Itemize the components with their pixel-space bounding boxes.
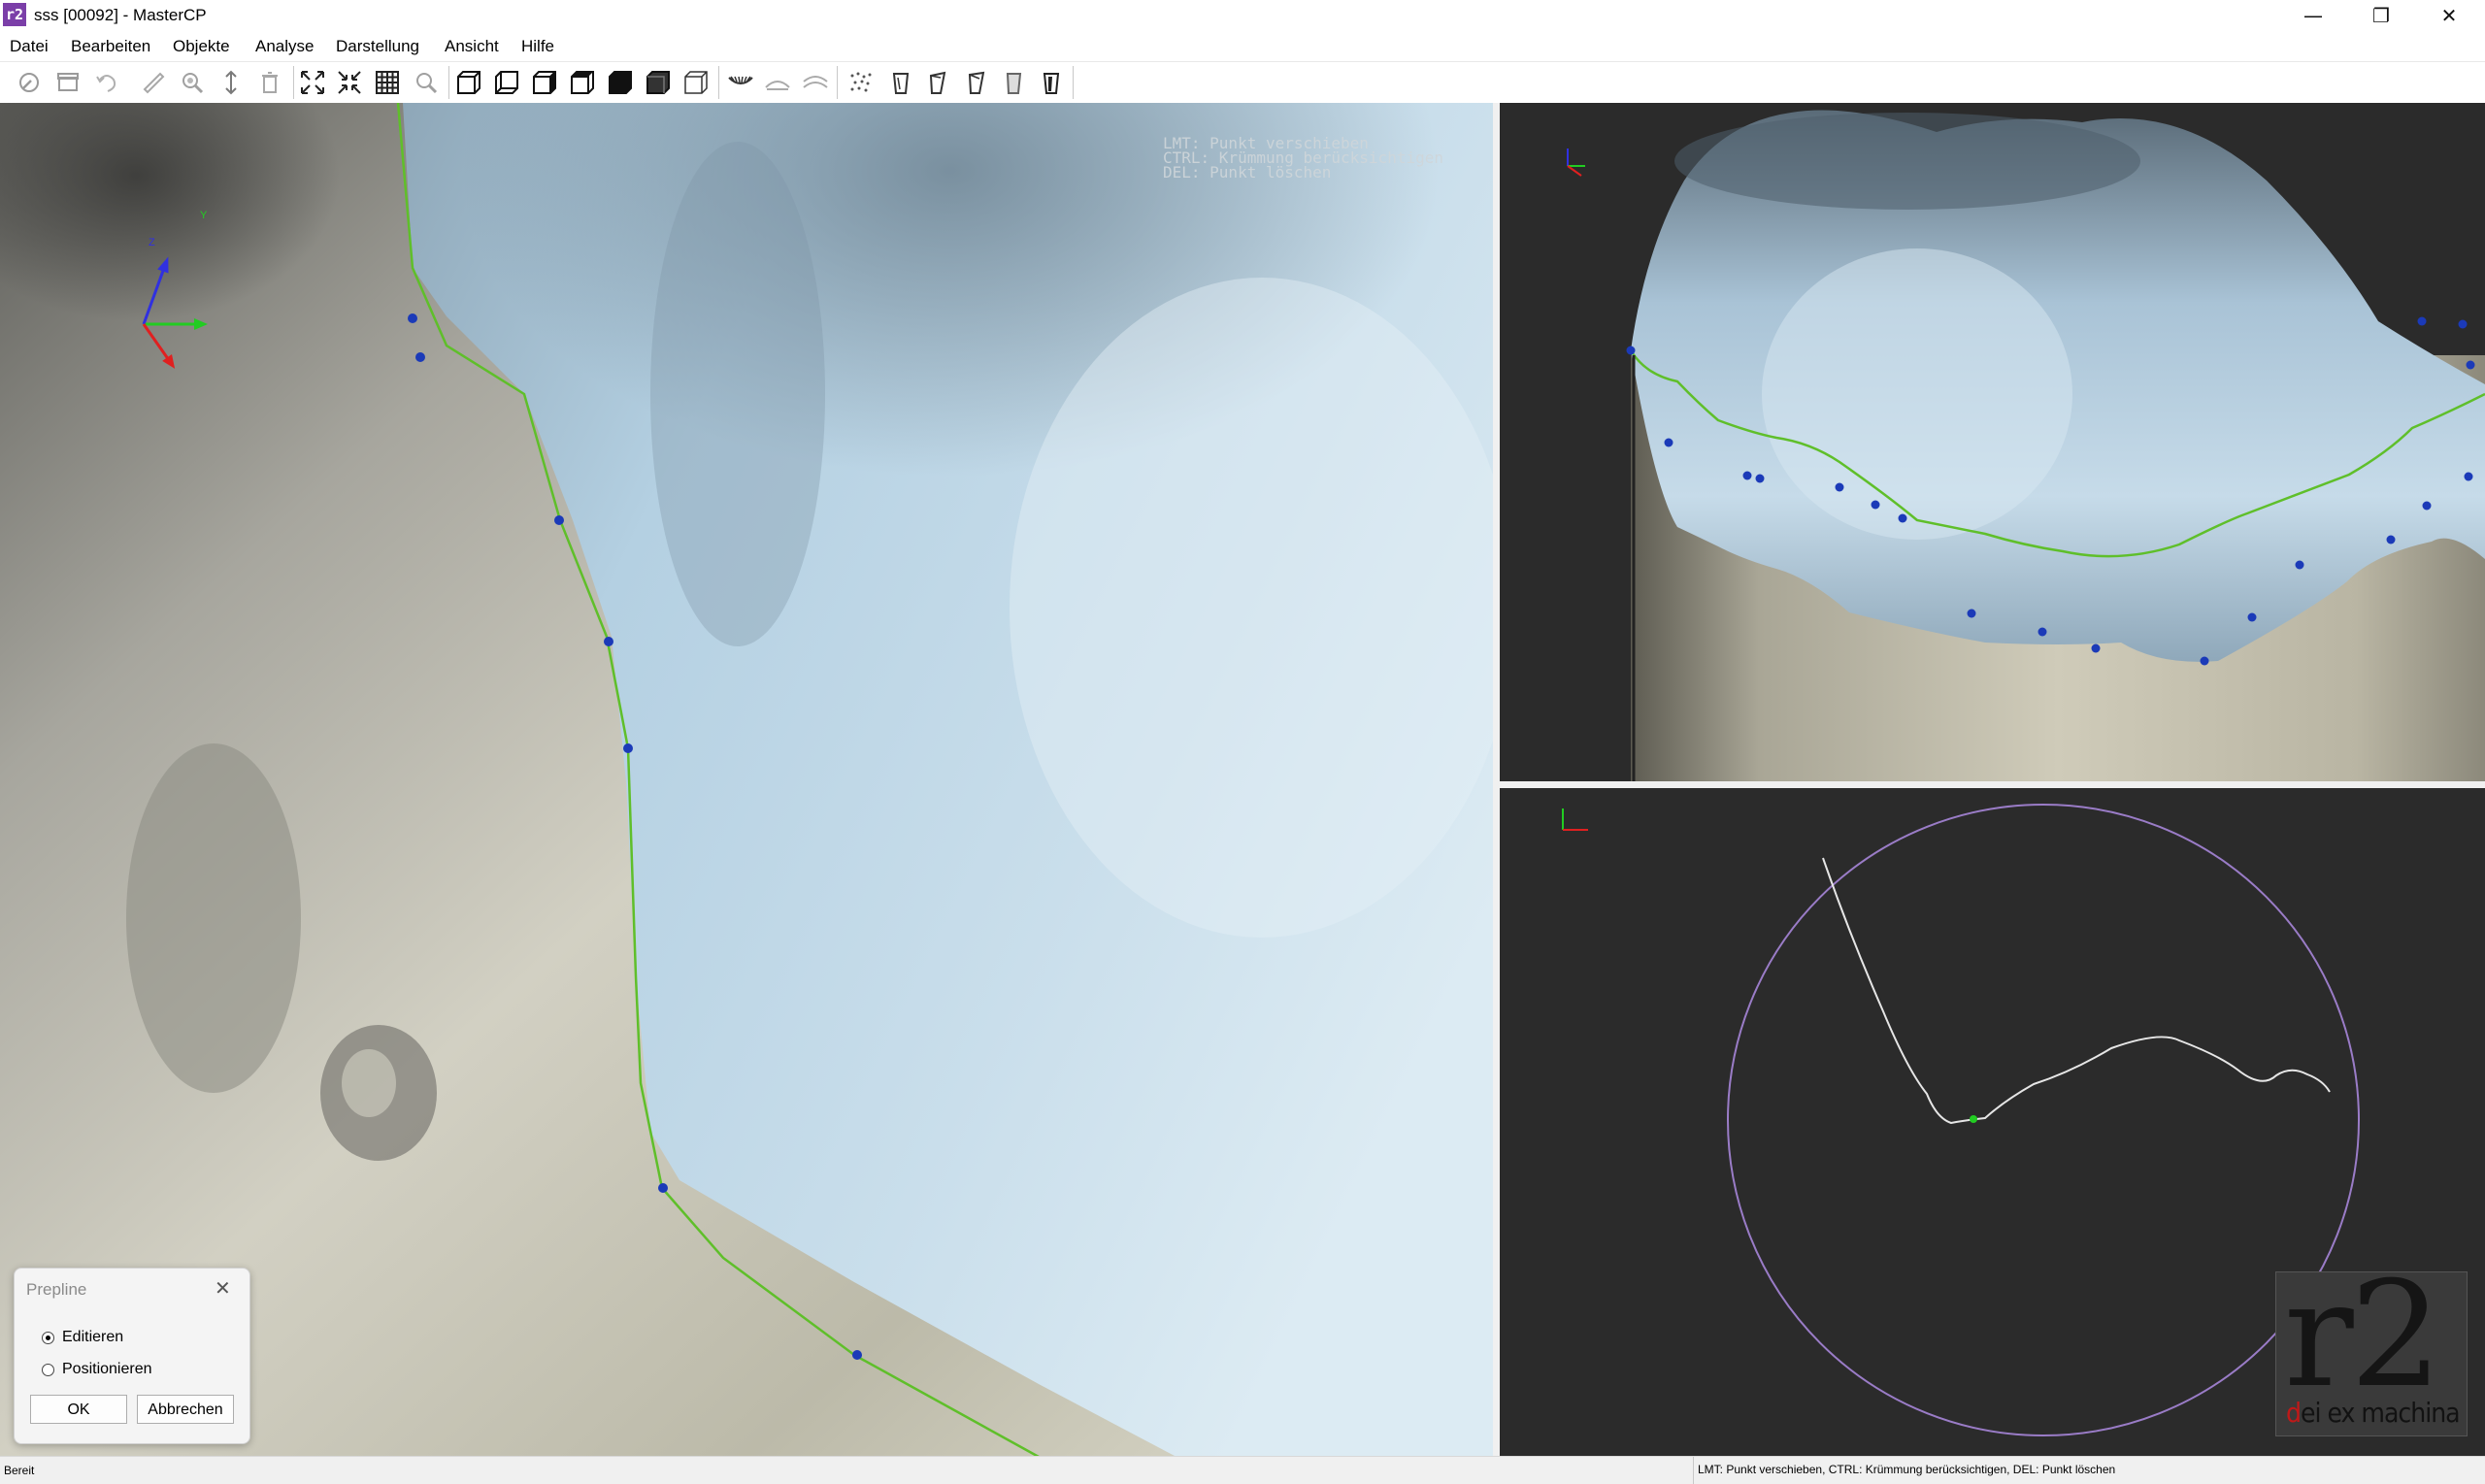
title-bar: r2 sss [00092] - MasterCP — ❐ ✕: [0, 0, 2485, 33]
radio-positionieren-indicator[interactable]: [42, 1363, 54, 1376]
upper-jaw-icon[interactable]: [724, 66, 757, 99]
restore-button[interactable]: ❐: [2347, 0, 2415, 32]
section-point: [1970, 1115, 1977, 1123]
menu-objekte[interactable]: Objekte: [173, 37, 230, 56]
main-3d-viewport[interactable]: Y Z: [0, 103, 1493, 1456]
ruler-icon[interactable]: [137, 66, 170, 99]
collapse-icon[interactable]: [333, 66, 366, 99]
cube-solid-icon[interactable]: [604, 66, 637, 99]
toolbar: [0, 61, 2485, 104]
close-icon[interactable]: ✕: [215, 1276, 231, 1300]
tooth-4-icon[interactable]: [997, 66, 1030, 99]
viewport-splitter-horizontal[interactable]: [1500, 781, 2485, 788]
logo-d: d: [2286, 1397, 2302, 1429]
point-cloud-icon[interactable]: [845, 66, 878, 99]
tooth-3-icon[interactable]: [959, 66, 992, 99]
radio-positionieren-label: Positionieren: [62, 1361, 152, 1377]
status-right-text: LMT: Punkt verschieben, CTRL: Krümmung b…: [1693, 1457, 2115, 1484]
ok-button[interactable]: OK: [30, 1395, 127, 1424]
logo-rest: ei ex machina: [2301, 1397, 2461, 1429]
cancel-button[interactable]: Abbrechen: [137, 1395, 234, 1424]
wrench-icon[interactable]: [13, 66, 46, 99]
cube-outline-icon[interactable]: [679, 66, 712, 99]
cube-right-icon[interactable]: [566, 66, 599, 99]
trash-icon[interactable]: [253, 66, 286, 99]
jaw-arch-icon[interactable]: [799, 66, 832, 99]
toolbar-separator: [293, 66, 294, 99]
lower-jaw-icon[interactable]: [761, 66, 794, 99]
section-circle: [1727, 804, 2360, 1436]
minimize-button[interactable]: —: [2279, 0, 2347, 32]
box-icon[interactable]: [51, 66, 84, 99]
cube-dark-icon[interactable]: [642, 66, 675, 99]
menu-bearbeiten[interactable]: Bearbeiten: [71, 37, 150, 56]
side-view-viewport[interactable]: [1500, 103, 2485, 781]
toolbar-separator: [837, 66, 838, 99]
menu-datei[interactable]: Datei: [10, 37, 49, 56]
viewport-axis-z-label: Z: [149, 237, 155, 248]
logo-r2-text: r2: [2284, 1251, 2442, 1420]
toolbar-separator: [718, 66, 719, 99]
menu-bar: Datei Bearbeiten Objekte Analyse Darstel…: [0, 32, 2485, 61]
cube-left-icon[interactable]: [528, 66, 561, 99]
status-left-text: Bereit: [4, 1464, 35, 1477]
r2-logo: r2 dei ex machina: [2275, 1251, 2468, 1436]
menu-ansicht[interactable]: Ansicht: [445, 37, 499, 56]
section-profile-curve: [1822, 857, 2331, 1125]
zoom-lens-icon[interactable]: [176, 66, 209, 99]
close-button[interactable]: ✕: [2415, 0, 2483, 32]
tooth-2-icon[interactable]: [921, 66, 954, 99]
menu-analyse[interactable]: Analyse: [255, 37, 314, 56]
section-axis-gizmo: [1562, 808, 1588, 831]
side-axis-gizmo: [1567, 148, 1585, 177]
tooth-1-icon[interactable]: [884, 66, 917, 99]
app-icon: r2: [3, 3, 26, 26]
radio-editieren[interactable]: Editieren: [42, 1329, 123, 1346]
viewport-splitter-vertical[interactable]: [1493, 103, 1500, 1456]
radio-positionieren[interactable]: Positionieren: [42, 1361, 152, 1378]
toolbar-separator: [448, 66, 449, 99]
expand-icon[interactable]: [296, 66, 329, 99]
vertical-arrow-icon[interactable]: [215, 66, 248, 99]
cube-back-icon[interactable]: [490, 66, 523, 99]
cross-section-viewport[interactable]: r2 dei ex machina: [1500, 788, 2485, 1456]
logo-subtitle: dei ex machina: [2286, 1397, 2461, 1429]
menu-darstellung[interactable]: Darstellung: [336, 37, 419, 56]
viewport-axis-y-label: Y: [200, 210, 208, 221]
dialog-title: Prepline: [26, 1280, 87, 1299]
tooth-5-icon[interactable]: [1035, 66, 1068, 99]
prepline-dialog: Prepline ✕ Editieren Positionieren OK Ab…: [14, 1268, 250, 1444]
undo-icon[interactable]: [90, 66, 123, 99]
radio-editieren-label: Editieren: [62, 1329, 124, 1345]
toolbar-separator: [1073, 66, 1074, 99]
status-bar: Bereit LMT: Punkt verschieben, CTRL: Krü…: [0, 1456, 2485, 1484]
viewport-hint-text: LMT: Punkt verschieben CTRL: Krümmung be…: [1163, 134, 1443, 181]
window-title: sss [00092] - MasterCP: [34, 6, 207, 24]
search-icon[interactable]: [410, 66, 443, 99]
grid-icon[interactable]: [371, 66, 404, 99]
radio-editieren-indicator[interactable]: [42, 1331, 54, 1344]
cube-front-icon[interactable]: [452, 66, 485, 99]
menu-hilfe[interactable]: Hilfe: [521, 37, 554, 56]
